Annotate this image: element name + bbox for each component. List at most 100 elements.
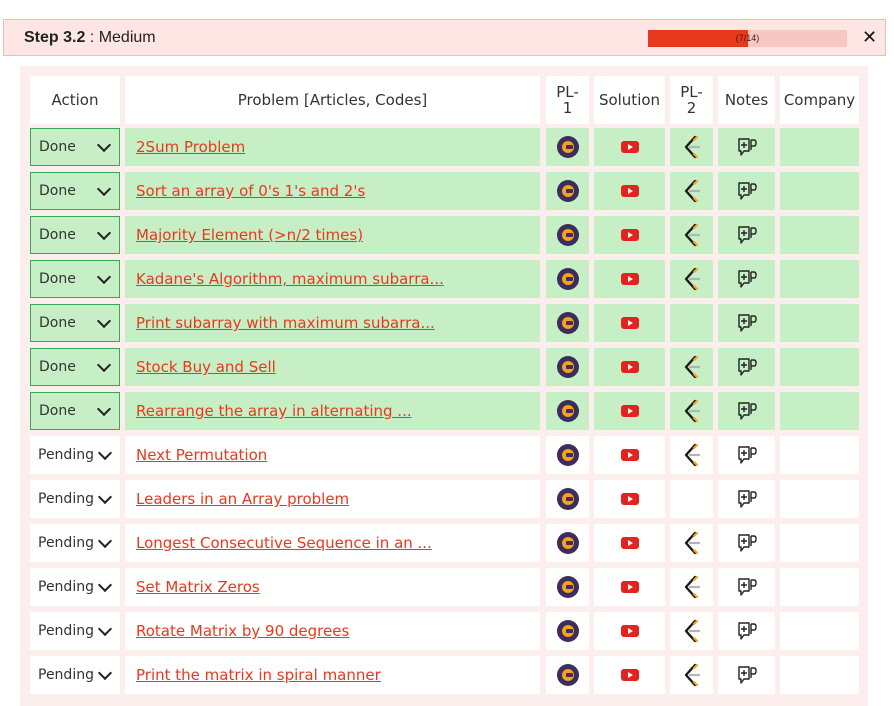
step-title: Step 3.2 : Medium	[24, 29, 156, 47]
leetcode-icon[interactable]	[682, 179, 702, 203]
pl1-cell	[546, 612, 589, 650]
action-select[interactable]: Done	[30, 128, 120, 166]
problem-link[interactable]: Kadane's Algorithm, maximum subarra...	[136, 270, 444, 288]
codingninjas-icon[interactable]	[556, 224, 579, 246]
company-cell	[780, 304, 859, 342]
chevron-down-icon	[96, 269, 112, 285]
add-note-icon[interactable]	[737, 665, 757, 685]
add-note-icon[interactable]	[737, 137, 757, 157]
leetcode-icon[interactable]	[682, 135, 702, 159]
youtube-icon[interactable]	[620, 229, 639, 241]
action-select[interactable]: Done	[30, 260, 120, 298]
pl2-cell	[670, 216, 713, 254]
leetcode-icon[interactable]	[682, 619, 702, 643]
problem-link[interactable]: Print the matrix in spiral manner	[136, 666, 381, 684]
youtube-icon[interactable]	[620, 625, 639, 637]
youtube-icon[interactable]	[620, 537, 639, 549]
action-select[interactable]: Pending	[30, 612, 120, 650]
problem-link[interactable]: Print subarray with maximum subarra...	[136, 314, 435, 332]
add-note-icon[interactable]	[737, 313, 757, 333]
leetcode-icon[interactable]	[682, 663, 702, 687]
add-note-icon[interactable]	[737, 401, 757, 421]
codingninjas-icon[interactable]	[556, 620, 579, 642]
action-select[interactable]: Done	[30, 348, 120, 386]
youtube-icon[interactable]	[620, 361, 639, 373]
add-note-icon[interactable]	[737, 357, 757, 377]
close-icon[interactable]: ✕	[862, 27, 877, 48]
chevron-down-icon	[97, 621, 113, 637]
youtube-icon[interactable]	[620, 493, 639, 505]
action-select[interactable]: Pending	[30, 480, 120, 518]
youtube-icon[interactable]	[620, 669, 639, 681]
problem-cell: Kadane's Algorithm, maximum subarra...	[125, 260, 540, 298]
youtube-icon[interactable]	[620, 185, 639, 197]
pl2-cell	[670, 568, 713, 606]
add-note-icon[interactable]	[737, 577, 757, 597]
codingninjas-icon[interactable]	[556, 400, 579, 422]
action-select[interactable]: Pending	[30, 568, 120, 606]
add-note-icon[interactable]	[737, 445, 757, 465]
problem-link[interactable]: Next Permutation	[136, 446, 267, 464]
leetcode-icon[interactable]	[682, 355, 702, 379]
add-note-icon[interactable]	[737, 489, 757, 509]
codingninjas-icon[interactable]	[556, 268, 579, 290]
youtube-icon[interactable]	[620, 273, 639, 285]
problem-link[interactable]: Longest Consecutive Sequence in an ...	[136, 534, 432, 552]
notes-cell	[718, 436, 775, 474]
pl2-cell	[670, 436, 713, 474]
action-select[interactable]: Pending	[30, 656, 120, 694]
problem-link[interactable]: Majority Element (>n/2 times)	[136, 226, 363, 244]
youtube-icon[interactable]	[620, 449, 639, 461]
codingninjas-icon[interactable]	[556, 532, 579, 554]
leetcode-icon[interactable]	[682, 223, 702, 247]
difficulty-label: Medium	[98, 29, 156, 46]
notes-cell	[718, 480, 775, 518]
add-note-icon[interactable]	[737, 621, 757, 641]
codingninjas-icon[interactable]	[556, 664, 579, 686]
action-value: Done	[39, 227, 76, 243]
problem-link[interactable]: Set Matrix Zeros	[136, 578, 260, 596]
problem-link[interactable]: Rearrange the array in alternating ...	[136, 402, 412, 420]
problem-link[interactable]: 2Sum Problem	[136, 138, 245, 156]
company-cell	[780, 348, 859, 386]
pl1-cell	[546, 172, 589, 210]
problem-link[interactable]: Leaders in an Array problem	[136, 490, 349, 508]
leetcode-icon[interactable]	[682, 443, 702, 467]
pl2-cell	[670, 524, 713, 562]
codingninjas-icon[interactable]	[556, 312, 579, 334]
add-note-icon[interactable]	[737, 269, 757, 289]
codingninjas-icon[interactable]	[556, 488, 579, 510]
codingninjas-icon[interactable]	[556, 136, 579, 158]
youtube-icon[interactable]	[620, 405, 639, 417]
codingninjas-icon[interactable]	[556, 444, 579, 466]
add-note-icon[interactable]	[737, 225, 757, 245]
add-note-icon[interactable]	[737, 533, 757, 553]
notes-cell	[718, 260, 775, 298]
action-select[interactable]: Pending	[30, 524, 120, 562]
leetcode-icon[interactable]	[682, 531, 702, 555]
action-select[interactable]: Done	[30, 304, 120, 342]
youtube-icon[interactable]	[620, 141, 639, 153]
youtube-icon[interactable]	[620, 317, 639, 329]
leetcode-icon[interactable]	[682, 575, 702, 599]
col-header-problem: Problem [Articles, Codes]	[125, 76, 540, 124]
leetcode-icon[interactable]	[682, 267, 702, 291]
problem-link[interactable]: Rotate Matrix by 90 degrees	[136, 622, 349, 640]
pl1-cell	[546, 304, 589, 342]
youtube-icon[interactable]	[620, 581, 639, 593]
add-note-icon[interactable]	[737, 181, 757, 201]
action-select[interactable]: Done	[30, 392, 120, 430]
codingninjas-icon[interactable]	[556, 576, 579, 598]
problem-link[interactable]: Sort an array of 0's 1's and 2's	[136, 182, 365, 200]
problem-link[interactable]: Stock Buy and Sell	[136, 358, 276, 376]
action-select[interactable]: Pending	[30, 436, 120, 474]
action-select[interactable]: Done	[30, 172, 120, 210]
step-header[interactable]: Step 3.2 : Medium (7/14) ✕	[3, 19, 886, 56]
pl2-cell	[670, 260, 713, 298]
codingninjas-icon[interactable]	[556, 356, 579, 378]
codingninjas-icon[interactable]	[556, 180, 579, 202]
pl1-cell	[546, 128, 589, 166]
chevron-down-icon	[97, 489, 113, 505]
leetcode-icon[interactable]	[682, 399, 702, 423]
action-select[interactable]: Done	[30, 216, 120, 254]
